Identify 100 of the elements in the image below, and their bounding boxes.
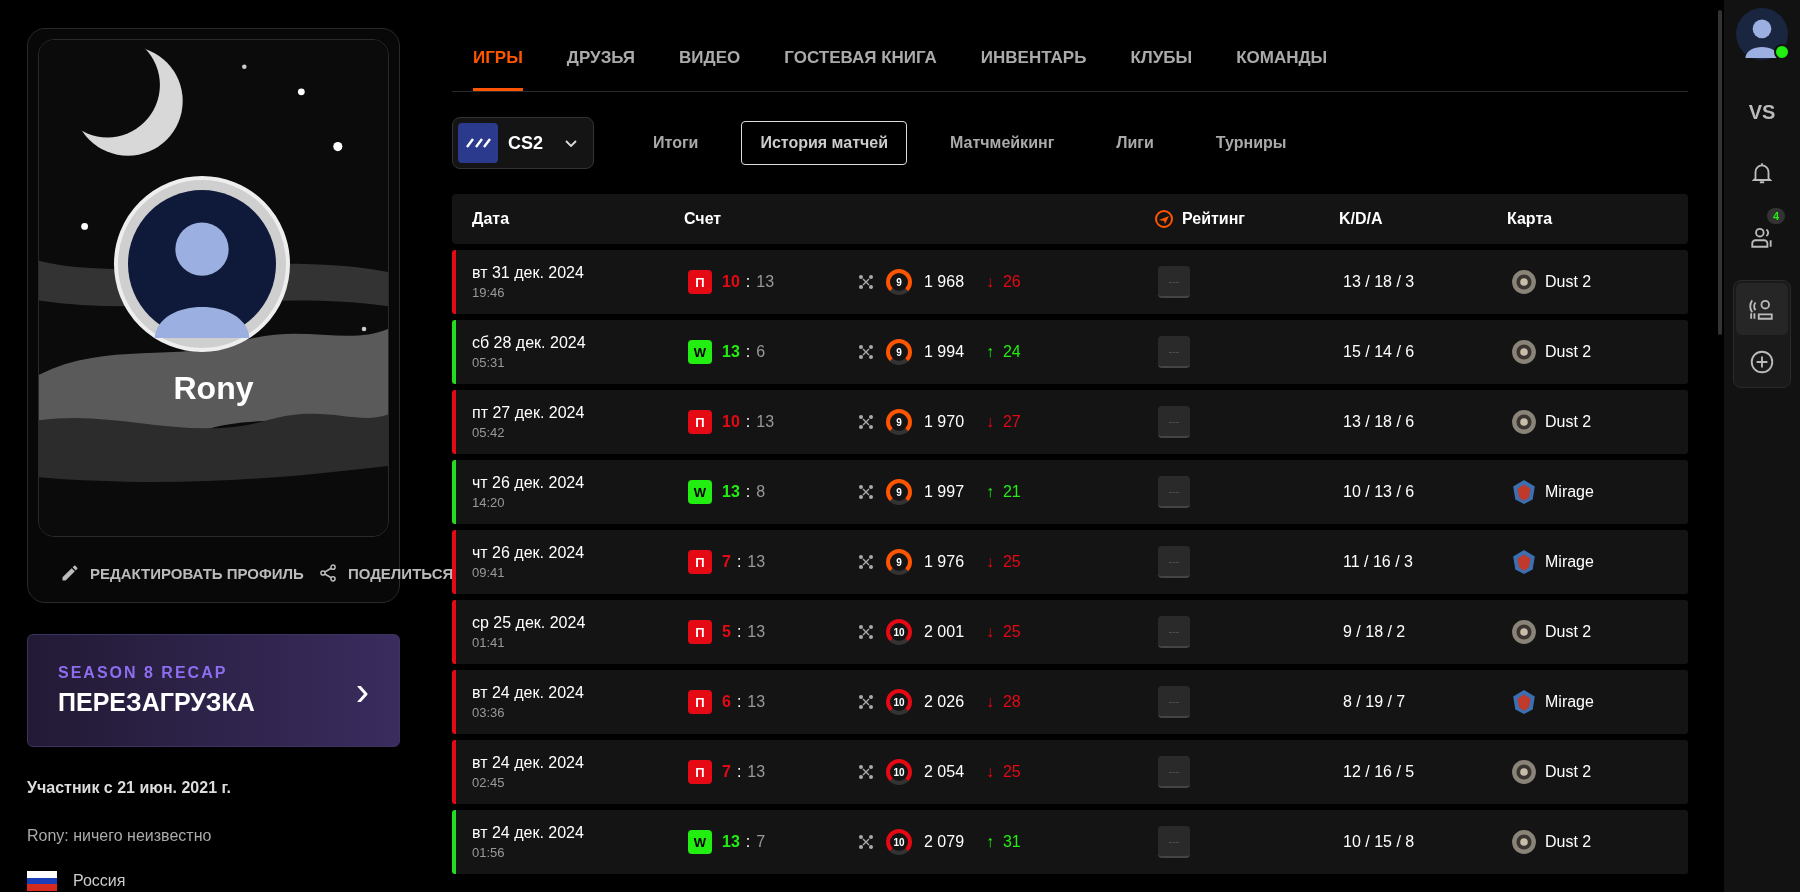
opponent-score: 13 — [747, 623, 766, 641]
level-gauge: 10 — [886, 829, 912, 855]
column-header: Карта — [1507, 210, 1554, 228]
sub-tab[interactable]: Лиги — [1097, 121, 1173, 165]
user-avatar[interactable] — [1736, 8, 1788, 60]
game-select[interactable]: CS2 — [452, 117, 594, 169]
sub-tab[interactable]: Итоги — [634, 121, 718, 165]
result-badge: П — [688, 270, 712, 294]
nav-tab[interactable]: ИГРЫ — [473, 48, 523, 91]
map-emblem-icon — [1511, 409, 1537, 435]
nav-tab[interactable]: КОМАНДЫ — [1236, 48, 1328, 91]
bell-icon[interactable] — [1749, 160, 1775, 186]
match-row[interactable]: ср 25 дек. 2024 01:41 П 5 : 13 10 2 001 ↓ 25 --- 9 / 18 / 2 Dust 2 — [452, 600, 1688, 664]
result-badge: П — [688, 550, 712, 574]
close-icon — [858, 624, 874, 640]
sub-tab[interactable]: История матчей — [741, 121, 907, 165]
opponent-score: 13 — [747, 553, 766, 571]
close-icon — [858, 484, 874, 500]
sub-tab[interactable]: Матчмейкинг — [931, 121, 1074, 165]
elo-change: ↑ 21 — [986, 483, 1021, 501]
rating-placeholder: --- — [1158, 266, 1190, 298]
map-emblem-icon — [1511, 619, 1537, 645]
own-score: 7 — [722, 553, 731, 571]
own-score: 10 — [722, 413, 740, 431]
nav-tab[interactable]: ВИДЕО — [679, 48, 741, 91]
match-time: 02:45 — [472, 775, 506, 790]
result-badge: П — [688, 620, 712, 644]
rating-placeholder: --- — [1158, 406, 1190, 438]
elo-change: ↓ 26 — [986, 273, 1021, 291]
vs-button[interactable]: VS — [1742, 100, 1782, 125]
level-gauge: 10 — [886, 619, 912, 645]
map-emblem-icon — [1511, 549, 1537, 575]
rating-placeholder: --- — [1158, 616, 1190, 648]
match-time: 03:36 — [472, 705, 506, 720]
elo-change: ↓ 28 — [986, 693, 1021, 711]
share-button[interactable]: ПОДЕЛИТЬСЯ — [317, 563, 454, 583]
rating-placeholder: --- — [1158, 546, 1190, 578]
match-row[interactable]: вт 24 дек. 2024 01:56 W 13 : 7 10 2 079 ↑ 31 --- 10 / 15 / 8 Dust 2 — [452, 810, 1688, 874]
elo-value: 1 968 — [924, 273, 966, 291]
score-separator: : — [745, 483, 751, 501]
map-emblem-icon — [1511, 829, 1537, 855]
nav-tab[interactable]: ДРУЗЬЯ — [566, 48, 636, 91]
kda-value: 10 / 15 / 8 — [1343, 833, 1416, 851]
score-separator: : — [745, 273, 751, 291]
edit-profile-button[interactable]: РЕДАКТИРОВАТЬ ПРОФИЛЬ — [60, 563, 304, 583]
match-row[interactable]: вт 24 дек. 2024 03:36 П 6 : 13 10 2 026 ↓ 28 --- 8 / 19 / 7 Mirage — [452, 670, 1688, 734]
result-badge: W — [688, 340, 712, 364]
opponent-score: 13 — [756, 273, 775, 291]
match-date: пт 27 дек. 2024 — [472, 404, 586, 422]
match-row[interactable]: чт 26 дек. 2024 14:20 W 13 : 8 9 1 997 ↑ 21 --- 10 / 13 / 6 Mirage — [452, 460, 1688, 524]
match-date: вт 31 дек. 2024 — [472, 264, 585, 282]
match-date: чт 26 дек. 2024 — [472, 474, 586, 492]
match-time: 05:42 — [472, 425, 506, 440]
match-date: вт 24 дек. 2024 — [472, 824, 585, 842]
match-row[interactable]: пт 27 дек. 2024 05:42 П 10 : 13 9 1 970 ↓ 27 --- 13 / 18 / 6 Dust 2 — [452, 390, 1688, 454]
opponent-score: 13 — [747, 763, 766, 781]
opponent-score: 7 — [756, 833, 766, 851]
own-score: 13 — [722, 483, 740, 501]
result-badge: W — [688, 830, 712, 854]
kda-value: 12 / 16 / 5 — [1343, 763, 1416, 781]
close-icon — [858, 554, 874, 570]
opponent-score: 13 — [747, 693, 766, 711]
map-emblem-icon — [1511, 689, 1537, 715]
party-button[interactable] — [1736, 283, 1788, 335]
map-name: Mirage — [1545, 553, 1594, 571]
notification-badge: 4 — [1767, 208, 1786, 224]
match-row[interactable]: чт 26 дек. 2024 09:41 П 7 : 13 9 1 976 ↓ 25 --- 11 / 16 / 3 Mirage — [452, 530, 1688, 594]
nav-tab[interactable]: ИНВЕНТАРЬ — [980, 48, 1087, 91]
elo-value: 2 054 — [924, 763, 966, 781]
match-row[interactable]: сб 28 дек. 2024 05:31 W 13 : 6 9 1 994 ↑ 24 --- 15 / 14 / 6 Dust 2 — [452, 320, 1688, 384]
kda-value: 13 / 18 / 6 — [1343, 413, 1416, 431]
member-since-text: Участник с 21 июн. 2021 г. — [27, 779, 232, 797]
match-date: сб 28 дек. 2024 — [472, 334, 587, 352]
score-separator: : — [736, 763, 742, 781]
column-header: K/D/A — [1339, 210, 1384, 228]
result-badge: П — [688, 760, 712, 784]
sub-tab[interactable]: Турниры — [1196, 121, 1306, 165]
profile-name: Rony — [172, 370, 255, 407]
match-row[interactable]: вт 24 дек. 2024 02:45 П 7 : 13 10 2 054 ↓ 25 --- 12 / 16 / 5 Dust 2 — [452, 740, 1688, 804]
match-row[interactable]: вт 31 дек. 2024 19:46 П 10 : 13 9 1 968 ↓ 26 --- 13 / 18 / 3 Dust 2 — [452, 250, 1688, 314]
match-time: 01:56 — [472, 845, 506, 860]
score-separator: : — [745, 343, 751, 361]
rating-placeholder: --- — [1158, 686, 1190, 718]
elo-change: ↓ 25 — [986, 623, 1021, 641]
elo-value: 2 001 — [924, 623, 966, 641]
elo-value: 1 994 — [924, 343, 966, 361]
own-score: 5 — [722, 623, 731, 641]
match-time: 05:31 — [472, 355, 506, 370]
bio-text: Rony: ничего неизвестно — [27, 827, 213, 845]
kda-value: 11 / 16 / 3 — [1343, 553, 1414, 571]
season-recap-banner[interactable]: SEASON 8 RECAP ПЕРЕЗАГРУЗКА › — [27, 634, 400, 747]
level-gauge: 9 — [886, 409, 912, 435]
level-gauge: 9 — [886, 269, 912, 295]
match-time: 01:41 — [472, 635, 506, 650]
match-date: чт 26 дек. 2024 — [472, 544, 586, 562]
nav-tab[interactable]: ГОСТЕВАЯ КНИГА — [784, 48, 937, 91]
map-name: Mirage — [1545, 483, 1594, 501]
match-time: 14:20 — [472, 495, 506, 510]
add-icon[interactable] — [1749, 349, 1775, 375]
nav-tab[interactable]: КЛУБЫ — [1130, 48, 1193, 91]
